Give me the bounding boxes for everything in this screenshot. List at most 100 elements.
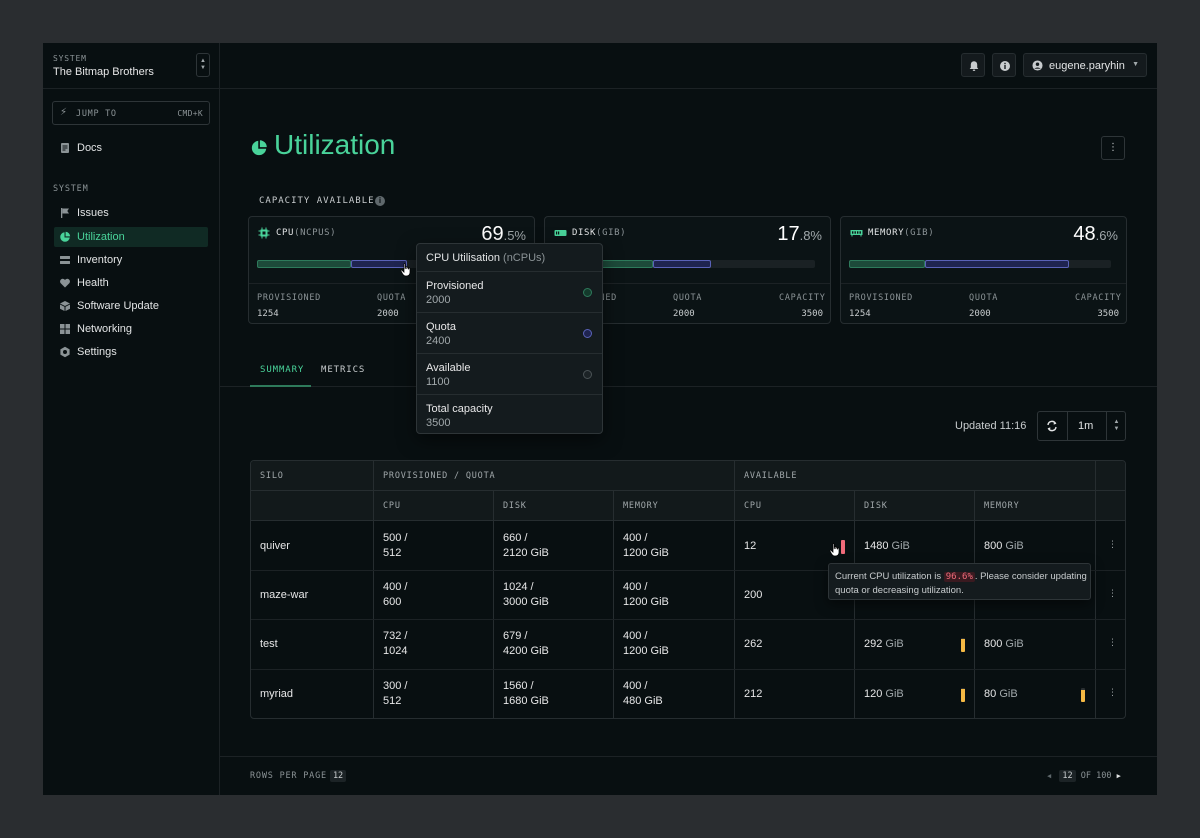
chevron-up-down-icon[interactable]: ▲ ▼: [196, 53, 210, 77]
card-unit: (GIB): [596, 228, 627, 238]
memory-utilization-indicator[interactable]: [1081, 688, 1085, 702]
capacity-available-label: CAPACITY AVAILABLE: [259, 196, 375, 206]
heart-icon: [60, 278, 70, 288]
sidebar-item-docs[interactable]: Docs: [54, 138, 208, 158]
disk-utilization-indicator[interactable]: [961, 688, 965, 702]
info-button[interactable]: [992, 53, 1016, 77]
sidebar-item-label: Issues: [77, 207, 109, 219]
prov-memory-cell: 400 /1200 GiB: [623, 581, 669, 608]
cpu-utilization-indicator[interactable]: [841, 540, 845, 554]
app-window: SYSTEM The Bitmap Brothers ▲ ▼ ⚡ JUMP TO …: [43, 43, 1157, 795]
prov-disk-cell: 1560 /1680 GiB: [503, 680, 549, 707]
last-updated-text: Updated 11:16: [955, 420, 1027, 432]
next-page-icon[interactable]: ▶: [1117, 772, 1121, 780]
header-avail-disk: DISK: [864, 501, 888, 511]
header-silo: SILO: [260, 471, 284, 481]
hexagon-gear-icon: [60, 346, 70, 358]
available-legend-dot: [583, 370, 592, 379]
tab-metrics[interactable]: METRICS: [321, 365, 365, 375]
box-icon: [60, 301, 70, 311]
utilization-value: 96.6%: [943, 572, 975, 582]
sidebar-item-inventory[interactable]: Inventory: [54, 250, 208, 270]
card-title: MEMORY(GIB): [868, 228, 935, 238]
disk-utilization-indicator[interactable]: [961, 638, 965, 652]
info-icon[interactable]: i: [375, 196, 385, 206]
hand-cursor-icon: [400, 263, 411, 277]
prev-page-icon[interactable]: ◀: [1047, 772, 1051, 780]
jump-shortcut: CMD+K: [177, 109, 203, 118]
provisioned-stat: PROVISIONED1254: [849, 293, 913, 319]
quota-segment[interactable]: [925, 260, 1069, 268]
cpu-chip-icon: [258, 227, 270, 239]
tab-summary[interactable]: SUMMARY: [260, 365, 304, 375]
sidebar-item-label: Software Update: [77, 300, 159, 312]
rows-per-page-select[interactable]: 12: [329, 770, 347, 782]
prov-disk-cell: 1024 /3000 GiB: [503, 581, 549, 608]
system-switcher[interactable]: SYSTEM The Bitmap Brothers ▲ ▼: [43, 43, 219, 89]
row-more-button[interactable]: ⋮: [1108, 588, 1117, 599]
quota-segment[interactable]: [653, 260, 711, 268]
sidebar-item-label: Settings: [77, 346, 117, 358]
current-page[interactable]: 12: [1059, 770, 1076, 782]
header-avail-memory: MEMORY: [984, 501, 1020, 511]
pie-chart-icon: [60, 231, 71, 242]
provisioned-segment[interactable]: [849, 260, 925, 268]
avail-memory-cell: 800 GiB: [984, 638, 1024, 650]
avail-disk-cell: 120 GiB: [864, 688, 904, 700]
sidebar-item-networking[interactable]: Networking: [54, 319, 208, 339]
prov-cpu-cell: 300 /512: [383, 680, 408, 707]
silo-name[interactable]: maze-war: [260, 588, 308, 603]
avail-disk-cell: 292 GiB: [864, 638, 904, 650]
quota-segment[interactable]: [351, 260, 407, 268]
quota-stat: QUOTA 2000: [377, 293, 407, 319]
avail-disk-cell: 1480 GiB: [864, 540, 910, 552]
popover-title: CPU Utilisation (nCPUs): [426, 252, 546, 264]
sidebar-item-label: Networking: [77, 323, 133, 335]
provisioned-segment[interactable]: [257, 260, 351, 268]
provisioned-stat: PROVISIONED1254: [257, 293, 321, 319]
sidebar-item-software-update[interactable]: Software Update: [54, 296, 208, 316]
refresh-button[interactable]: [1038, 412, 1068, 440]
avail-memory-cell: 80 GiB: [984, 688, 1018, 700]
prov-memory-cell: 400 /1200 GiB: [623, 630, 669, 657]
popover-item-available: Available 1100: [417, 353, 602, 394]
row-more-button[interactable]: ⋮: [1108, 637, 1117, 648]
refresh-interval-select[interactable]: 1m: [1078, 420, 1093, 432]
header-prov-cpu: CPU: [383, 501, 401, 511]
popover-item-provisioned: Provisioned 2000: [417, 271, 602, 312]
prov-memory-cell: 400 /1200 GiB: [623, 532, 669, 559]
sidebar-item-label: Utilization: [77, 231, 125, 243]
page-more-button[interactable]: ⋮: [1101, 136, 1125, 160]
silo-name[interactable]: myriad: [260, 687, 293, 702]
sidebar-item-health[interactable]: Health: [54, 273, 208, 293]
prov-disk-cell: 679 /4200 GiB: [503, 630, 549, 657]
silo-name[interactable]: test: [260, 637, 278, 652]
jump-to-search[interactable]: ⚡ JUMP TO CMD+K: [52, 101, 210, 125]
quota-stat: QUOTA 2000: [969, 293, 999, 319]
system-label: SYSTEM: [53, 54, 87, 63]
utilization-fill: [961, 639, 965, 652]
grid-icon: [60, 324, 70, 334]
provisioned-legend-dot: [583, 288, 592, 297]
capacity-bar[interactable]: [849, 260, 1111, 268]
silo-name[interactable]: quiver: [260, 539, 290, 554]
card-title: DISK(GIB): [572, 228, 627, 238]
sidebar-item-utilization[interactable]: Utilization: [54, 227, 208, 247]
header-prov-memory: MEMORY: [623, 501, 659, 511]
capacity-stat: CAPACITY3500: [1075, 293, 1122, 319]
sidebar-item-settings[interactable]: Settings: [54, 342, 208, 362]
popover-item-total-capacity: Total capacity 3500: [417, 394, 602, 435]
chevron-up-down-icon[interactable]: ▲ ▼: [1106, 412, 1126, 440]
sidebar-item-issues[interactable]: Issues: [54, 203, 208, 223]
server-icon: [60, 256, 70, 264]
notifications-button[interactable]: [961, 53, 985, 77]
card-percentage: 17.8%: [777, 223, 822, 245]
user-menu-button[interactable]: eugene.paryhin ▼: [1023, 53, 1147, 77]
header-prov-disk: DISK: [503, 501, 527, 511]
row-more-button[interactable]: ⋮: [1108, 539, 1117, 550]
header-avail-cpu: CPU: [744, 501, 762, 511]
page-title: Utilization: [274, 129, 396, 160]
pagination: ◀ 12 OF 100 ▶: [1047, 770, 1121, 782]
user-avatar-icon: [1032, 60, 1043, 71]
row-more-button[interactable]: ⋮: [1108, 687, 1117, 698]
